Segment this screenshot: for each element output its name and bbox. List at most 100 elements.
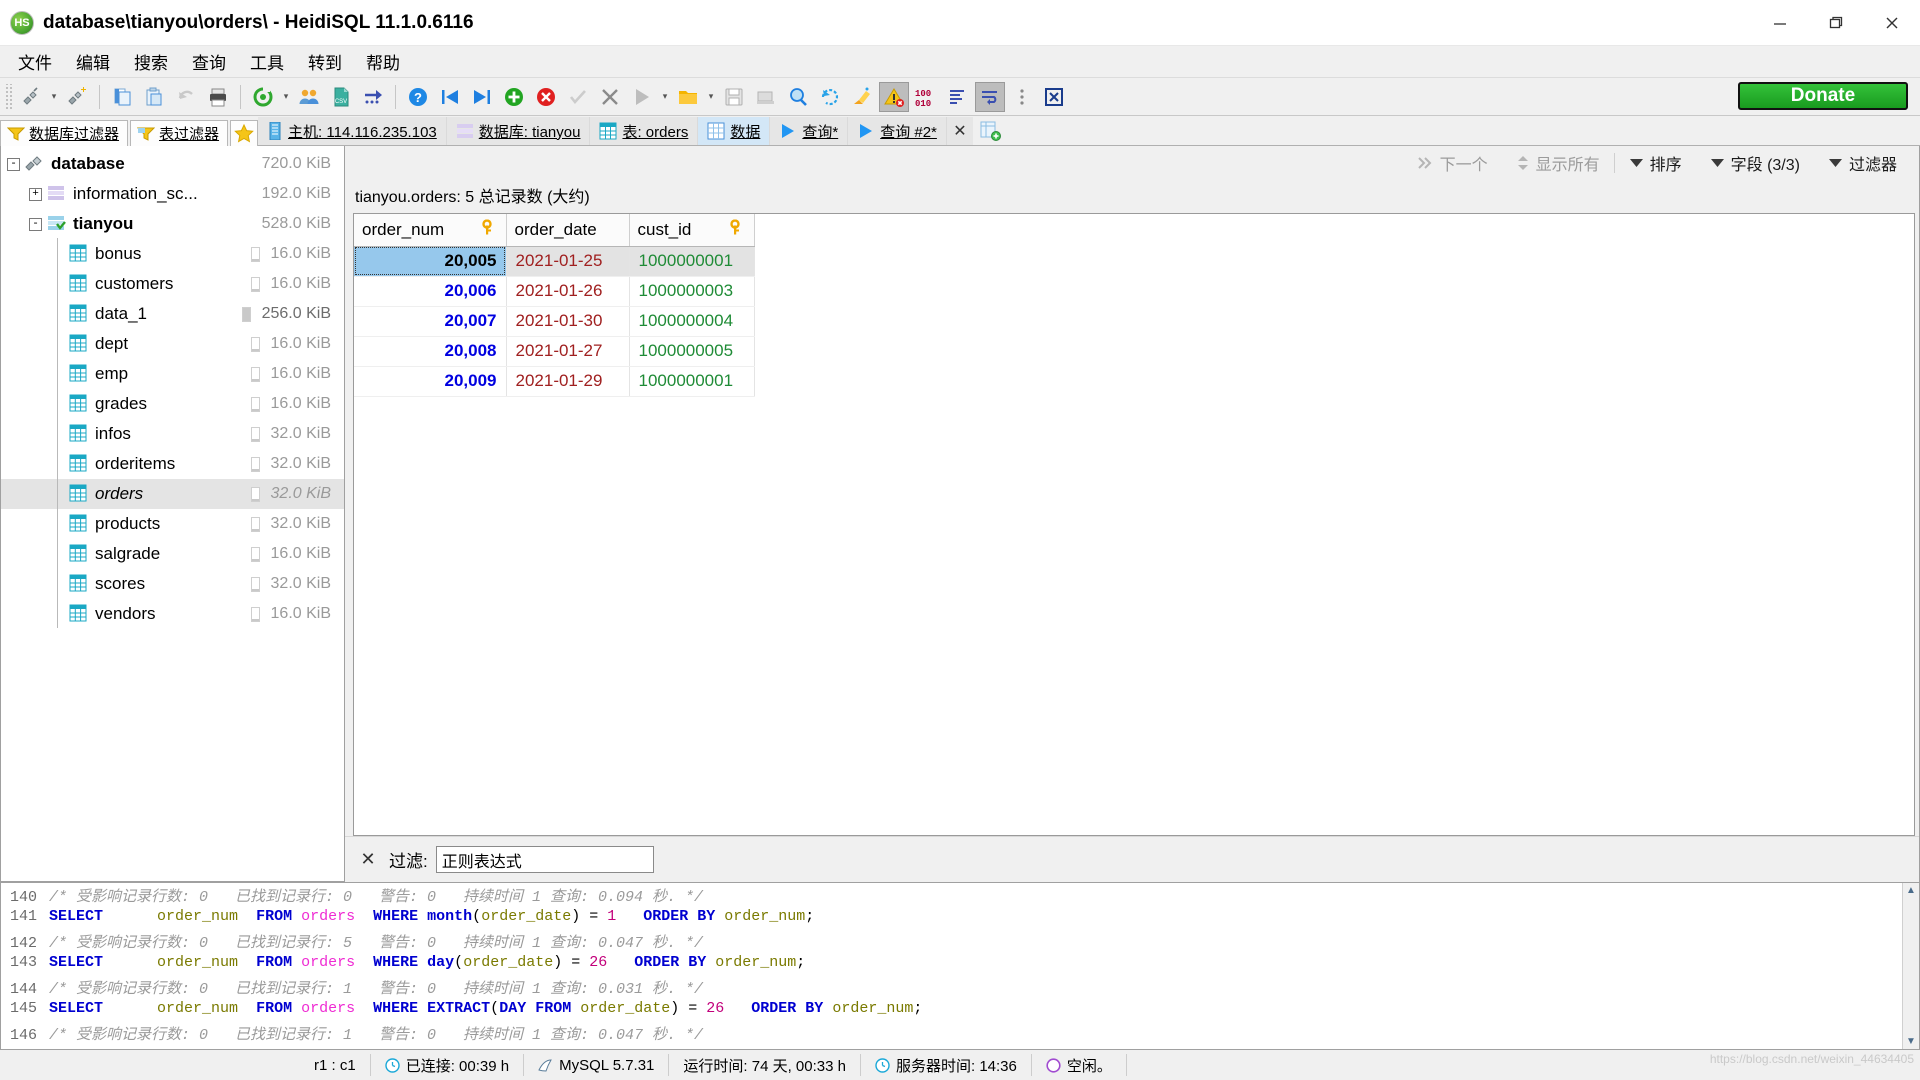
menu-file[interactable]: 文件 xyxy=(8,47,62,76)
menu-tools[interactable]: 工具 xyxy=(240,47,294,76)
tree-item-customers[interactable]: customers16.0 KiB xyxy=(1,269,344,299)
grid-filter-button[interactable]: 过滤器 xyxy=(1814,151,1911,175)
donate-button[interactable]: Donate xyxy=(1738,82,1908,110)
grid-header-order_num[interactable]: order_num xyxy=(354,214,506,246)
next-record-icon[interactable] xyxy=(467,82,497,112)
scroll-down-icon[interactable]: ▼ xyxy=(1906,1036,1916,1047)
stop-icon[interactable] xyxy=(1039,82,1069,112)
table-row[interactable]: 20,0072021-01-301000000004 xyxy=(354,306,754,336)
cancel-icon[interactable] xyxy=(595,82,625,112)
log-line[interactable]: 146/* 受影响记录行数: 0 已找到记录行: 1 警告: 0 持续时间 1 … xyxy=(1,1023,1902,1046)
session-manager-icon[interactable] xyxy=(16,82,46,112)
database-tree[interactable]: -database720.0 KiB+information_sc...192.… xyxy=(1,146,344,629)
grid-header-order_date[interactable]: order_date xyxy=(506,214,629,246)
more-tools-icon[interactable] xyxy=(1007,82,1037,112)
cell-cust-id[interactable]: 1000000001 xyxy=(629,246,754,276)
tab-table[interactable]: 表: orders xyxy=(590,117,698,145)
collapse-icon[interactable]: - xyxy=(7,158,20,171)
format-sql-icon[interactable] xyxy=(847,82,877,112)
log-line[interactable]: 140/* 受影响记录行数: 0 已找到记录行: 0 警告: 0 持续时间 1 … xyxy=(1,885,1902,908)
log-line[interactable]: 141SELECT order_num FROM orders WHERE mo… xyxy=(1,908,1902,931)
cell-cust-id[interactable]: 1000000004 xyxy=(629,306,754,336)
wordwrap-icon[interactable] xyxy=(975,82,1005,112)
tree-item-database[interactable]: -database720.0 KiB xyxy=(1,149,344,179)
tree-item-products[interactable]: products32.0 KiB xyxy=(1,509,344,539)
previous-icon[interactable] xyxy=(435,82,465,112)
tree-item-tianyou[interactable]: -tianyou528.0 KiB xyxy=(1,209,344,239)
tree-item-bonus[interactable]: bonus16.0 KiB xyxy=(1,239,344,269)
cell-cust-id[interactable]: 1000000005 xyxy=(629,336,754,366)
execute-dropdown-icon[interactable]: ▾ xyxy=(658,82,672,112)
menu-query[interactable]: 查询 xyxy=(182,47,236,76)
menu-search[interactable]: 搜索 xyxy=(124,47,178,76)
tab-database[interactable]: 数据库: tianyou xyxy=(447,117,591,145)
undo-icon[interactable] xyxy=(171,82,201,112)
warnings-icon[interactable] xyxy=(879,82,909,112)
tree-item-grades[interactable]: grades16.0 KiB xyxy=(1,389,344,419)
find-icon[interactable] xyxy=(783,82,813,112)
scroll-up-icon[interactable]: ▲ xyxy=(1906,885,1916,896)
cell-cust-id[interactable]: 1000000001 xyxy=(629,366,754,396)
data-grid-container[interactable]: order_numorder_datecust_id20,0052021-01-… xyxy=(353,213,1915,836)
cell-order-date[interactable]: 2021-01-27 xyxy=(506,336,629,366)
cell-order-num[interactable]: 20,008 xyxy=(354,336,506,366)
open-folder-icon[interactable] xyxy=(673,82,703,112)
menu-edit[interactable]: 编辑 xyxy=(66,47,120,76)
expand-icon[interactable]: + xyxy=(29,188,42,201)
close-tab-icon[interactable]: ✕ xyxy=(947,117,973,145)
delete-row-icon[interactable] xyxy=(531,82,561,112)
tab-host[interactable]: 主机: 114.116.235.103 xyxy=(258,117,447,145)
replace-icon[interactable] xyxy=(815,82,845,112)
log-line[interactable]: 145SELECT order_num FROM orders WHERE EX… xyxy=(1,1000,1902,1023)
help-icon[interactable]: ? xyxy=(403,82,433,112)
sql-log-lines[interactable]: 140/* 受影响记录行数: 0 已找到记录行: 0 警告: 0 持续时间 1 … xyxy=(1,883,1902,1049)
log-line[interactable]: 144/* 受影响记录行数: 0 已找到记录行: 1 警告: 0 持续时间 1 … xyxy=(1,977,1902,1000)
tab-query-1[interactable]: 查询* xyxy=(770,117,848,145)
save-icon[interactable] xyxy=(719,82,749,112)
cell-order-num[interactable]: 20,006 xyxy=(354,276,506,306)
tree-item-information_sc[interactable]: +information_sc...192.0 KiB xyxy=(1,179,344,209)
cell-order-num[interactable]: 20,009 xyxy=(354,366,506,396)
table-row[interactable]: 20,0082021-01-271000000005 xyxy=(354,336,754,366)
paste-icon[interactable] xyxy=(139,82,169,112)
grid-next-button[interactable]: 下一个 xyxy=(1404,151,1502,175)
tab-database-filter[interactable]: 数据库过滤器 xyxy=(0,120,128,146)
table-row[interactable]: 20,0062021-01-261000000003 xyxy=(354,276,754,306)
tree-item-infos[interactable]: infos32.0 KiB xyxy=(1,419,344,449)
export-csv-icon[interactable]: CSV xyxy=(326,82,356,112)
filter-close-icon[interactable]: ✕ xyxy=(355,847,381,873)
cell-order-num[interactable]: 20,007 xyxy=(354,306,506,336)
filter-input[interactable] xyxy=(436,846,654,873)
bulk-transfer-icon[interactable] xyxy=(358,82,388,112)
cell-order-date[interactable]: 2021-01-25 xyxy=(506,246,629,276)
binary-data-icon[interactable]: 100 010 xyxy=(911,82,941,112)
print-icon[interactable] xyxy=(203,82,233,112)
refresh-icon[interactable] xyxy=(248,82,278,112)
cell-order-date[interactable]: 2021-01-30 xyxy=(506,306,629,336)
grid-columns-button[interactable]: 字段 (3/3) xyxy=(1696,151,1814,175)
tab-data[interactable]: 数据 xyxy=(698,117,770,145)
session-dropdown-icon[interactable]: ▾ xyxy=(47,82,61,112)
sort-lines-icon[interactable] xyxy=(943,82,973,112)
grid-header-cust_id[interactable]: cust_id xyxy=(629,214,754,246)
tree-item-orders[interactable]: orders32.0 KiB xyxy=(1,479,344,509)
cell-order-date[interactable]: 2021-01-26 xyxy=(506,276,629,306)
execute-icon[interactable] xyxy=(627,82,657,112)
cell-cust-id[interactable]: 1000000003 xyxy=(629,276,754,306)
data-grid[interactable]: order_numorder_datecust_id20,0052021-01-… xyxy=(354,214,755,397)
close-icon[interactable] xyxy=(1864,0,1920,46)
log-scrollbar[interactable]: ▲ ▼ xyxy=(1902,883,1919,1049)
collapse-icon[interactable]: - xyxy=(29,218,42,231)
star-icon[interactable] xyxy=(230,120,258,146)
tree-item-salgrade[interactable]: salgrade16.0 KiB xyxy=(1,539,344,569)
cell-order-num[interactable]: 20,005 xyxy=(354,246,506,276)
grid-sort-button[interactable]: 排序 xyxy=(1615,151,1696,175)
table-row[interactable]: 20,0052021-01-251000000001 xyxy=(354,246,754,276)
open-dropdown-icon[interactable]: ▾ xyxy=(704,82,718,112)
add-row-icon[interactable] xyxy=(499,82,529,112)
tree-item-emp[interactable]: emp16.0 KiB xyxy=(1,359,344,389)
log-line[interactable]: 142/* 受影响记录行数: 0 已找到记录行: 5 警告: 0 持续时间 1 … xyxy=(1,931,1902,954)
commit-icon[interactable] xyxy=(563,82,593,112)
new-session-icon[interactable] xyxy=(62,82,92,112)
tab-query-2[interactable]: 查询 #2* xyxy=(848,117,947,145)
